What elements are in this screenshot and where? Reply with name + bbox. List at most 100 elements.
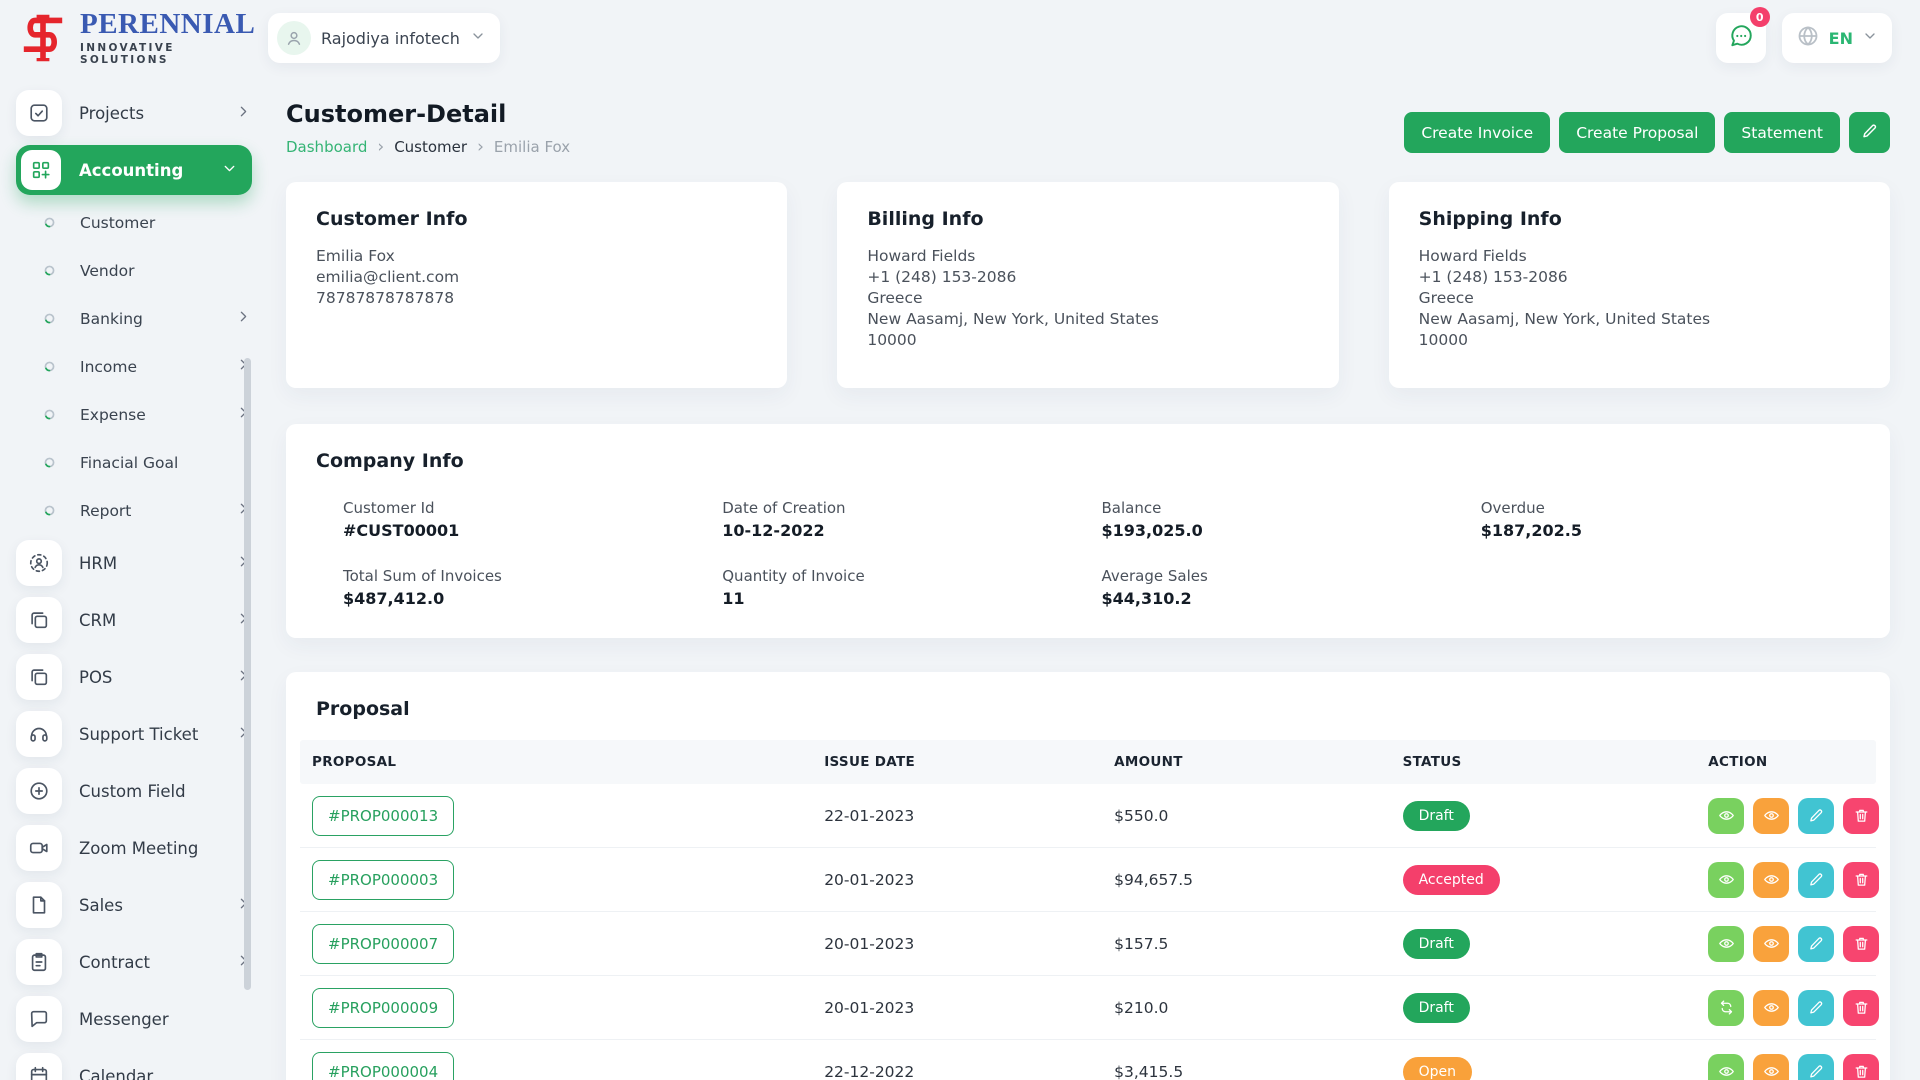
status-badge: Accepted [1403,865,1500,895]
trash-icon [1853,999,1870,1016]
stat-label: Balance [1102,499,1481,517]
shipping-info-line: +1 (248) 153-2086 [1419,267,1860,288]
sidebar-item-label: Banking [80,310,235,328]
breadcrumb-customer[interactable]: Customer [394,138,467,156]
stat-date-of-creation: Date of Creation10-12-2022 [722,499,1101,540]
sidebar-item-banking[interactable]: Banking [16,298,252,339]
proposal-link[interactable]: #PROP000004 [312,1052,454,1080]
view-button[interactable] [1708,926,1744,962]
sidebar-item-expense[interactable]: Expense [16,394,252,435]
proposal-row: #PROP00000920-01-2023$210.0Draft [300,976,1876,1040]
sidebar-item-finacial-goal[interactable]: Finacial Goal [16,442,252,483]
stat-average-sales: Average Sales$44,310.2 [1102,567,1481,608]
proposal-link[interactable]: #PROP000003 [312,860,454,900]
stat-label: Total Sum of Invoices [343,567,722,585]
proposal-link[interactable]: #PROP000007 [312,924,454,964]
delete-button[interactable] [1843,990,1879,1026]
sidebar-item-accounting[interactable]: Accounting [16,145,252,195]
language-selector[interactable]: EN [1782,13,1892,63]
edit-icon [1808,935,1825,952]
trash-icon [1853,1063,1870,1080]
ring-icon [43,264,56,277]
edit-button[interactable] [1798,926,1834,962]
column-header-proposal: PROPOSAL [300,740,812,784]
stat-overdue: Overdue$187,202.5 [1481,499,1860,540]
create-invoice-button[interactable]: Create Invoice [1404,112,1550,153]
card-title: Billing Info [867,208,1308,230]
sidebar-item-hrm[interactable]: HRM [16,538,252,588]
preview-button[interactable] [1753,862,1789,898]
brand-logo[interactable]: PERENNIAL INNOVATIVE SOLUTIONS [16,10,268,66]
proposal-link[interactable]: #PROP000009 [312,988,454,1028]
create-proposal-button[interactable]: Create Proposal [1559,112,1715,153]
view-button[interactable] [1708,798,1744,834]
proposal-link[interactable]: #PROP000013 [312,796,454,836]
clipboard-icon [16,939,62,985]
sidebar-item-calendar[interactable]: Calendar [16,1051,252,1080]
view-button[interactable] [1708,1054,1744,1080]
brand-tagline: INNOVATIVE SOLUTIONS [80,42,268,66]
chevron-right-icon: › [477,139,484,156]
edit-button[interactable] [1798,1054,1834,1080]
sidebar-item-label: POS [79,668,235,687]
sidebar-item-custom-field[interactable]: Custom Field [16,766,252,816]
sidebar-item-pos[interactable]: POS [16,652,252,702]
breadcrumb-current: Emilia Fox [494,138,570,156]
billing-info-line: Greece [867,288,1308,309]
sidebar-item-projects[interactable]: Projects [16,88,252,138]
shipping-info-line: New Aasamj, New York, United States [1419,309,1860,330]
delete-button[interactable] [1843,926,1879,962]
delete-button[interactable] [1843,862,1879,898]
column-header-status: STATUS [1391,740,1697,784]
trash-icon [1853,871,1870,888]
view-button[interactable] [1708,862,1744,898]
chevron-down-icon [221,160,238,181]
sidebar-item-income[interactable]: Income [16,346,252,387]
sidebar-item-crm[interactable]: CRM [16,595,252,645]
delete-button[interactable] [1843,1054,1879,1080]
brand-mark-icon [16,14,70,62]
sidebar-item-label: Accounting [79,161,221,180]
stat-label: Overdue [1481,499,1860,517]
issue-date: 20-01-2023 [812,999,1102,1017]
sidebar-item-sales[interactable]: Sales [16,880,252,930]
edit-button[interactable] [1798,862,1834,898]
breadcrumb-dashboard[interactable]: Dashboard [286,138,367,156]
amount: $210.0 [1102,999,1390,1017]
sidebar-item-contract[interactable]: Contract [16,937,252,987]
company-selector[interactable]: Rajodiya infotech [268,13,500,63]
amount: $94,657.5 [1102,871,1390,889]
edit-customer-button[interactable] [1849,112,1890,153]
plus-circle-icon [16,768,62,814]
customer-info-line: 78787878787878 [316,288,757,309]
sidebar-item-zoom-meeting[interactable]: Zoom Meeting [16,823,252,873]
statement-button[interactable]: Statement [1724,112,1840,153]
sidebar-item-support-ticket[interactable]: Support Ticket [16,709,252,759]
stat-value: $193,025.0 [1102,521,1481,540]
delete-button[interactable] [1843,798,1879,834]
eye-icon [1718,871,1735,888]
messages-button[interactable]: 0 [1716,13,1766,63]
preview-button[interactable] [1753,926,1789,962]
ring-icon [43,504,56,517]
card-title: Customer Info [316,208,757,230]
sidebar-scrollbar[interactable] [244,358,251,990]
sidebar-item-messenger[interactable]: Messenger [16,994,252,1044]
convert-button[interactable] [1708,990,1744,1026]
sidebar-item-label: Projects [79,104,235,123]
sidebar-item-report[interactable]: Report [16,490,252,531]
edit-button[interactable] [1798,798,1834,834]
preview-button[interactable] [1753,1054,1789,1080]
ring-icon [43,456,56,469]
trash-icon [1853,807,1870,824]
app-root: PERENNIAL INNOVATIVE SOLUTIONS Rajodiya … [0,0,1920,1080]
stat-label: Average Sales [1102,567,1481,585]
sidebar-item-customer[interactable]: Customer [16,202,252,243]
video-icon [16,825,62,871]
sidebar-item-vendor[interactable]: Vendor [16,250,252,291]
brand-name: PERENNIAL [80,10,268,39]
preview-button[interactable] [1753,990,1789,1026]
eye-icon [1763,999,1780,1016]
edit-button[interactable] [1798,990,1834,1026]
preview-button[interactable] [1753,798,1789,834]
